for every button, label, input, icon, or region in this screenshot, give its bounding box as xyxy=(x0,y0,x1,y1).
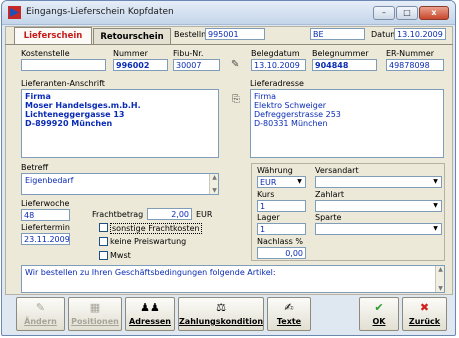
sonstige-frachtkosten-label: sonstige Frachtkosten xyxy=(110,223,202,234)
texte-button[interactable]: ✍ Texte xyxy=(267,297,311,331)
close-button[interactable]: x xyxy=(419,6,449,20)
ernummer-label: ER-Nummer xyxy=(386,49,435,58)
waehrung-select[interactable]: EUR ▼ xyxy=(257,176,306,188)
window-title: Eingangs-Lieferschein Kopfdaten xyxy=(26,7,174,17)
betreff-field[interactable]: Eigenbedarf ▲ ▼ xyxy=(21,173,219,195)
kostenstelle-label: Kostenstelle xyxy=(21,49,70,58)
zahlart-select[interactable]: ▼ xyxy=(315,200,442,212)
nummer-label: Nummer xyxy=(113,49,148,58)
bottom-toolbar: ✎ Ändern ▦ Positionen ♟♟ Adressen ⚖ Zahl… xyxy=(5,297,453,333)
order-text-scrollbar[interactable]: ▲ ▼ xyxy=(435,266,444,292)
zurueck-button[interactable]: ✖ Zurück xyxy=(402,297,447,331)
versandart-label: Versandart xyxy=(315,166,359,175)
lieferadresse-label: Lieferadresse xyxy=(250,79,304,88)
nummer-field[interactable]: 996002 xyxy=(113,59,168,71)
liefertermin-label: Liefertermin xyxy=(21,223,70,232)
app-icon xyxy=(8,6,21,19)
nachlass-field[interactable]: 0,00 xyxy=(257,247,306,259)
checkmark-icon: ✔ xyxy=(374,301,384,314)
sparte-select[interactable]: ▼ xyxy=(315,223,442,235)
frachtbetrag-label: Frachtbetrag xyxy=(92,210,144,219)
belegdatum-label: Belegdatum xyxy=(251,49,300,58)
mwst-label: Mwst xyxy=(110,251,131,260)
tab-lieferschein[interactable]: Lieferschein xyxy=(14,27,92,45)
keine-preiswartung-label: keine Preiswartung xyxy=(110,237,187,246)
lieferanten-label: Lieferanten-Anschrift xyxy=(21,79,105,88)
fibu-label: Fibu-Nr. xyxy=(173,49,204,58)
adressen-button[interactable]: ♟♟ Adressen xyxy=(125,297,175,331)
positionen-button[interactable]: ▦ Positionen xyxy=(68,297,122,331)
belegnummer-field[interactable]: 904848 xyxy=(312,59,377,71)
dialog-window: Eingangs-Lieferschein Kopfdaten – □ x Li… xyxy=(1,0,456,336)
sparte-label: Sparte xyxy=(315,213,342,222)
ok-button[interactable]: ✔ OK xyxy=(359,297,399,331)
liefertermin-field[interactable]: 23.11.2009 xyxy=(21,233,70,245)
datum-field[interactable]: 13.10.2009 xyxy=(394,28,446,40)
edit-icon: ✎ xyxy=(35,301,46,314)
title-bar: Eingangs-Lieferschein Kopfdaten – □ x xyxy=(2,1,455,25)
belegnummer-label: Belegnummer xyxy=(312,49,369,58)
code-field[interactable]: BE xyxy=(310,28,365,40)
zahlart-label: Zahlart xyxy=(315,190,345,199)
notepad-icon: ✍ xyxy=(284,301,294,314)
tab-retourschein[interactable]: Retourschein xyxy=(93,28,171,45)
copy-address-icon[interactable]: ⎘ xyxy=(232,94,240,105)
frachtbetrag-currency: EUR xyxy=(196,210,213,219)
ernummer-field[interactable]: 49878098 xyxy=(386,59,444,71)
betreff-label: Betreff xyxy=(21,163,49,172)
order-text-field[interactable]: Wir bestellen zu Ihren Geschäftsbedingun… xyxy=(21,265,445,293)
zahlungskondition-button[interactable]: ⚖ Zahlungskondition xyxy=(178,297,264,331)
waehrung-label: Währung xyxy=(257,166,293,175)
lieferadresse-field[interactable]: Firma Elektro Schweiger Defreggerstrasse… xyxy=(250,89,444,158)
frachtbetrag-field[interactable]: 2,00 xyxy=(147,208,192,220)
chevron-down-icon: ▼ xyxy=(433,202,438,209)
aendern-button[interactable]: ✎ Ändern xyxy=(16,297,65,331)
fibu-field[interactable]: 30007 xyxy=(173,59,220,71)
money-icon: ⚖ xyxy=(216,301,226,314)
kostenstelle-field[interactable] xyxy=(21,59,106,71)
cross-icon: ✖ xyxy=(419,301,430,314)
lieferwoche-field[interactable]: 48 xyxy=(21,209,70,221)
bestellnr-field[interactable]: 995001 xyxy=(205,28,265,40)
kurs-label: Kurs xyxy=(257,190,275,199)
sonstige-frachtkosten-checkbox[interactable] xyxy=(99,223,108,232)
betreff-scrollbar[interactable]: ▲ ▼ xyxy=(209,174,218,194)
kurs-field[interactable]: 1 xyxy=(257,200,306,212)
lieferanten-address-field[interactable]: Firma Moser Handelsges.m.b.H. Lichtenegg… xyxy=(21,89,219,158)
chevron-down-icon: ▼ xyxy=(297,178,302,185)
people-icon: ♟♟ xyxy=(140,301,160,314)
positions-icon: ▦ xyxy=(89,301,101,314)
pin-icon[interactable]: ✎ xyxy=(231,59,239,70)
minimize-button[interactable]: – xyxy=(373,6,395,20)
maximize-button[interactable]: □ xyxy=(396,6,418,20)
lager-field[interactable]: 1 xyxy=(257,223,306,235)
nachlass-label: Nachlass % xyxy=(257,237,303,246)
chevron-down-icon: ▼ xyxy=(433,225,438,232)
versandart-select[interactable]: ▼ xyxy=(315,176,442,188)
chevron-down-icon: ▼ xyxy=(433,178,438,185)
belegdatum-field[interactable]: 13.10.2009 xyxy=(251,59,306,71)
lager-label: Lager xyxy=(257,213,280,222)
keine-preiswartung-checkbox[interactable] xyxy=(99,237,108,246)
lieferwoche-label: Lieferwoche xyxy=(21,199,70,208)
mwst-checkbox[interactable] xyxy=(99,251,108,260)
